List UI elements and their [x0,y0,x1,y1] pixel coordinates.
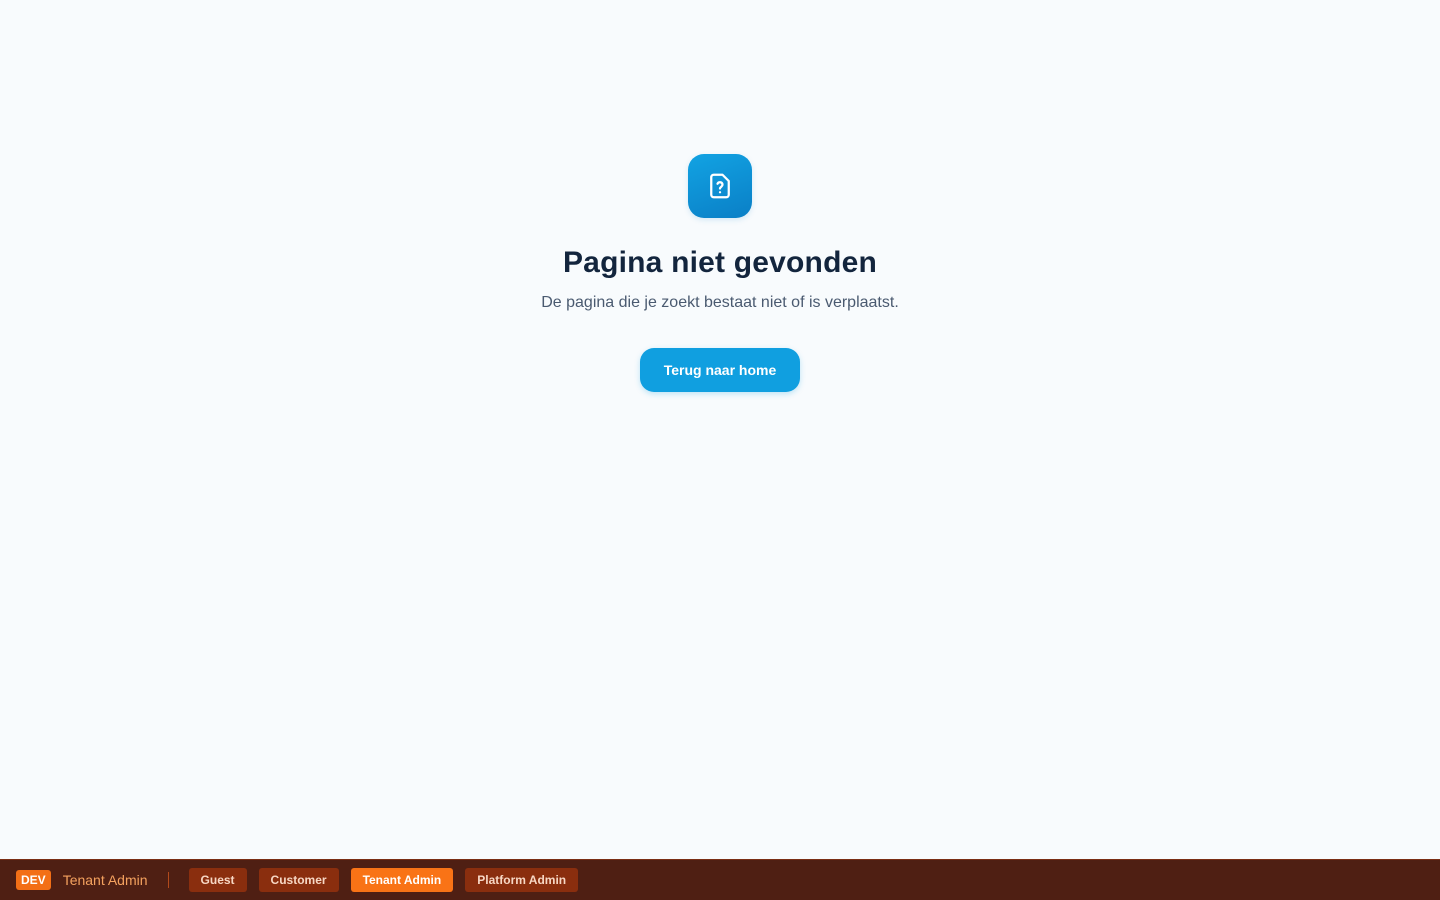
role-button-platform-admin[interactable]: Platform Admin [465,868,579,892]
role-button-tenant-admin[interactable]: Tenant Admin [350,868,454,892]
role-button-guest[interactable]: Guest [188,868,247,892]
role-button-customer[interactable]: Customer [258,868,339,892]
dev-badge: DEV [16,870,51,890]
not-found-page: Pagina niet gevonden De pagina die je zo… [0,0,1440,900]
not-found-content: Pagina niet gevonden De pagina die je zo… [0,154,1440,392]
back-to-home-button[interactable]: Terug naar home [639,348,801,392]
toolbar-divider [167,872,169,888]
dev-toolbar: DEV Tenant Admin Guest Customer Tenant A… [0,859,1440,900]
not-found-icon-tile [688,154,752,218]
file-question-icon [710,173,730,199]
current-role-label: Tenant Admin [62,872,148,888]
page-message: De pagina die je zoekt bestaat niet of i… [541,294,899,311]
page-title: Pagina niet gevonden [562,246,878,279]
